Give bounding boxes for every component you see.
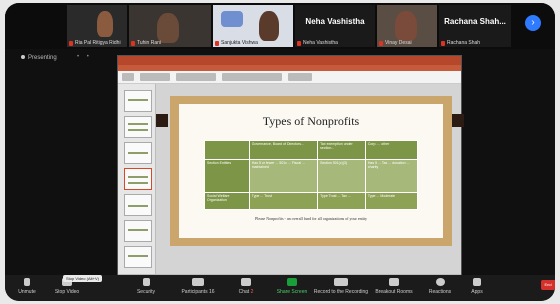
- chat-label: Chat 2: [221, 289, 271, 295]
- participants-label: Participants 16: [173, 289, 223, 295]
- participant-name-large: Rachana Shah...: [444, 17, 506, 26]
- slide-content: Types of Nonprofits Governance, Board of…: [179, 104, 443, 238]
- slide-title: Types of Nonprofits: [262, 114, 360, 128]
- table-cell: Type ... Trust: [248, 192, 319, 210]
- editing-controls[interactable]: [288, 73, 312, 81]
- record-dot-icon: [21, 55, 25, 59]
- participant-tile[interactable]: Vinay Desai: [377, 5, 437, 47]
- mic-icon: [24, 278, 30, 286]
- slide-thumbnail[interactable]: [124, 142, 152, 164]
- table-cell: Corp. ... other: [364, 140, 419, 160]
- slide-thumbnail[interactable]: [124, 246, 152, 268]
- participant-tile[interactable]: Sanjukta Vishwa: [213, 5, 293, 47]
- breakout-rooms-icon: [389, 278, 399, 286]
- next-page-icon[interactable]: ›: [525, 15, 541, 31]
- table-cell: Type ... Moderate: [364, 192, 419, 210]
- participant-tile[interactable]: Neha Vashistha Neha Vashistha: [295, 5, 375, 47]
- mic-muted-icon: [131, 41, 135, 46]
- participants-label-text: Participants: [181, 289, 208, 295]
- mic-muted-icon: [297, 41, 301, 46]
- paste-icon[interactable]: [122, 73, 134, 81]
- slide-canvas[interactable]: Types of Nonprofits Governance, Board of…: [170, 96, 452, 246]
- participant-tile[interactable]: Ria Pal Ritigya Ridhi: [67, 5, 127, 47]
- table-cell: [204, 140, 250, 160]
- participant-strip: Ria Pal Ritigya Ridhi Tuhin Rani Sanjukt…: [5, 3, 555, 49]
- video-tooltip: Stop Video (Alt+V): [63, 275, 102, 282]
- slide-thumbnail[interactable]: [124, 220, 152, 242]
- table-cell: Section Entities: [204, 159, 250, 193]
- table-cell: Has 5 ... Tax ... donation ... charity: [364, 159, 419, 193]
- slide-thumbnail[interactable]: [124, 194, 152, 216]
- table-cell: Social Welfare Organization: [204, 192, 250, 210]
- participant-video: [395, 11, 417, 41]
- participant-name: Vinay Desai: [385, 40, 412, 46]
- record-icon: [334, 278, 348, 286]
- security-button[interactable]: Security: [121, 277, 171, 301]
- participant-name-large: Neha Vashistha: [305, 17, 365, 26]
- participants-count: 16: [208, 289, 215, 295]
- apps-label: Apps: [471, 289, 483, 295]
- participant-name: Rachana Shah: [447, 40, 481, 46]
- share-screen-button[interactable]: Share Screen: [267, 277, 317, 301]
- slide-footnote: Please Nonprofits - an overall fund for …: [254, 216, 367, 221]
- participant-video: [259, 11, 279, 41]
- participant-name: Tuhin Rani: [137, 40, 161, 46]
- reactions-icon: [435, 278, 445, 286]
- slide-edge-marker: [452, 114, 464, 127]
- participant-name: Ria Pal Ritigya Ridhi: [75, 40, 121, 46]
- slide-thumbnail[interactable]: [124, 90, 152, 112]
- slide-edge-marker: [156, 114, 168, 127]
- chat-badge: 2: [250, 289, 254, 295]
- slide-thumbnails[interactable]: [118, 84, 156, 282]
- shield-icon: [142, 278, 150, 286]
- unmute-label: Unmute: [18, 289, 36, 295]
- participants-button[interactable]: Participants 16: [173, 277, 223, 301]
- sharing-status-text: Presenting: [28, 55, 57, 61]
- share-screen-icon: [287, 278, 297, 286]
- record-button[interactable]: Record to the Recording: [313, 277, 369, 301]
- record-label: Record to the Recording: [313, 289, 369, 295]
- end-meeting-button[interactable]: End: [541, 280, 555, 290]
- participant-tile[interactable]: Rachana Shah... Rachana Shah: [439, 5, 511, 47]
- security-label: Security: [136, 289, 156, 295]
- chat-icon: [241, 278, 251, 286]
- slide-thumbnail-selected[interactable]: [124, 168, 152, 190]
- breakout-rooms-button[interactable]: Breakout Rooms: [369, 277, 419, 301]
- table-cell: Section 501(c)(3): [317, 159, 366, 193]
- sharing-indicator: Presenting: [21, 55, 57, 61]
- participant-video: [157, 13, 179, 43]
- apps-button[interactable]: Apps: [457, 277, 497, 301]
- table-cell: Type Trust ... Tax ...: [317, 192, 366, 210]
- participant-video: [97, 11, 113, 37]
- mic-muted-icon: [215, 41, 219, 46]
- table-cell: Has 5 or fewer ... 501c ... Fiscal ... m…: [248, 159, 319, 193]
- zoom-meeting-window: Ria Pal Ritigya Ridhi Tuhin Rani Sanjukt…: [5, 3, 555, 301]
- paragraph-controls[interactable]: [176, 73, 216, 81]
- ppt-title-bar: [118, 56, 461, 65]
- chat-button[interactable]: Chat 2: [221, 277, 271, 301]
- table-cell: Governance, Board of Directors...: [248, 140, 319, 160]
- apps-icon: [473, 278, 481, 286]
- chat-label-text: Chat: [238, 289, 250, 295]
- mic-muted-icon: [379, 41, 383, 46]
- participant-name: Sanjukta Vishwa: [221, 40, 258, 46]
- logo-icon: [221, 11, 243, 27]
- participants-icon: [192, 278, 204, 286]
- share-screen-label: Share Screen: [276, 289, 308, 295]
- participant-tile[interactable]: Tuhin Rani: [129, 5, 211, 47]
- slide-thumbnail[interactable]: [124, 116, 152, 138]
- font-controls[interactable]: [140, 73, 170, 81]
- ppt-toolbar[interactable]: [118, 71, 461, 84]
- participant-name: Neha Vashistha: [303, 40, 338, 46]
- drawing-controls[interactable]: [222, 73, 282, 81]
- powerpoint-window: Types of Nonprofits Governance, Board of…: [117, 55, 464, 282]
- breakout-rooms-label: Breakout Rooms: [375, 289, 413, 295]
- mic-muted-icon: [69, 41, 73, 46]
- slide-table: Governance, Board of Directors... Tax ex…: [204, 140, 419, 210]
- more-options-icon[interactable]: • •: [77, 54, 92, 60]
- unmute-button[interactable]: Unmute: [7, 277, 47, 301]
- table-cell: Tax exemption under section...: [317, 140, 366, 160]
- stop-video-label: Stop Video: [54, 289, 80, 295]
- mic-muted-icon: [441, 41, 445, 46]
